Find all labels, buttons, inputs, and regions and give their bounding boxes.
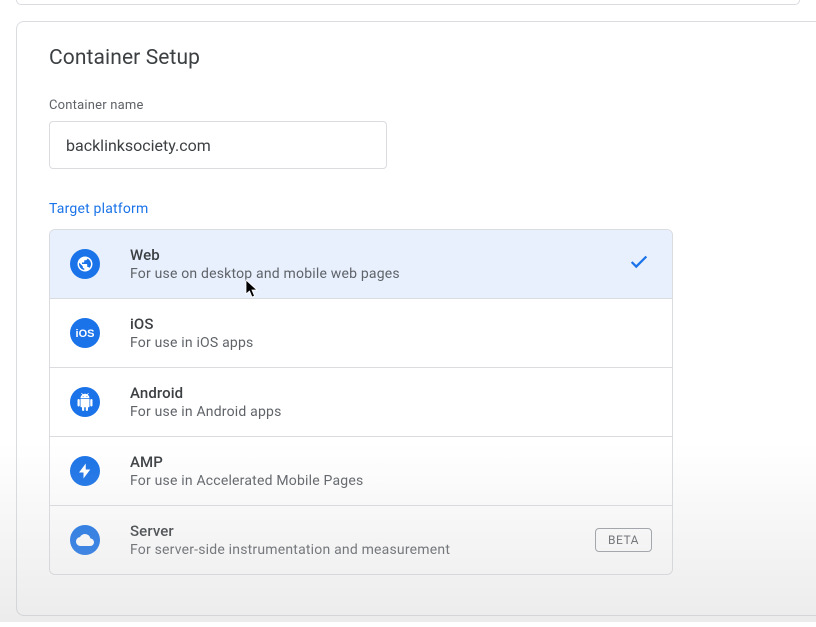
android-icon xyxy=(70,387,100,417)
ios-icon: iOS xyxy=(70,318,100,348)
platform-item-ios[interactable]: iOS iOS For use in iOS apps xyxy=(50,299,672,368)
platform-text: iOS For use in iOS apps xyxy=(130,315,652,351)
platform-text: AMP For use in Accelerated Mobile Pages xyxy=(130,453,652,489)
target-platform-label: Target platform xyxy=(49,201,784,217)
container-name-label: Container name xyxy=(49,98,784,113)
checkmark-icon xyxy=(628,251,650,277)
platform-title: iOS xyxy=(130,315,652,333)
web-icon xyxy=(70,249,100,279)
platform-text: Server For server-side instrumentation a… xyxy=(130,522,579,558)
container-name-input[interactable] xyxy=(49,121,387,169)
server-icon xyxy=(70,525,100,555)
platform-desc: For server-side instrumentation and meas… xyxy=(130,542,579,558)
svg-text:iOS: iOS xyxy=(76,328,95,340)
platform-desc: For use in iOS apps xyxy=(130,335,652,351)
platform-desc: For use in Android apps xyxy=(130,404,652,420)
platform-title: Android xyxy=(130,384,652,402)
platform-desc: For use in Accelerated Mobile Pages xyxy=(130,473,652,489)
platform-item-web[interactable]: Web For use on desktop and mobile web pa… xyxy=(50,230,672,299)
platform-desc: For use on desktop and mobile web pages xyxy=(130,266,652,282)
platform-title: AMP xyxy=(130,453,652,471)
platform-title: Server xyxy=(130,522,579,540)
platform-text: Android For use in Android apps xyxy=(130,384,652,420)
previous-card-edge xyxy=(16,0,800,5)
card-title: Container Setup xyxy=(49,46,784,70)
platform-item-server[interactable]: Server For server-side instrumentation a… xyxy=(50,506,672,574)
amp-icon xyxy=(70,456,100,486)
beta-badge: BETA xyxy=(595,528,652,552)
platform-item-android[interactable]: Android For use in Android apps xyxy=(50,368,672,437)
platform-item-amp[interactable]: AMP For use in Accelerated Mobile Pages xyxy=(50,437,672,506)
platform-text: Web For use on desktop and mobile web pa… xyxy=(130,246,652,282)
container-setup-card: Container Setup Container name Target pl… xyxy=(16,21,816,616)
platform-title: Web xyxy=(130,246,652,264)
platform-list: Web For use on desktop and mobile web pa… xyxy=(49,229,673,575)
